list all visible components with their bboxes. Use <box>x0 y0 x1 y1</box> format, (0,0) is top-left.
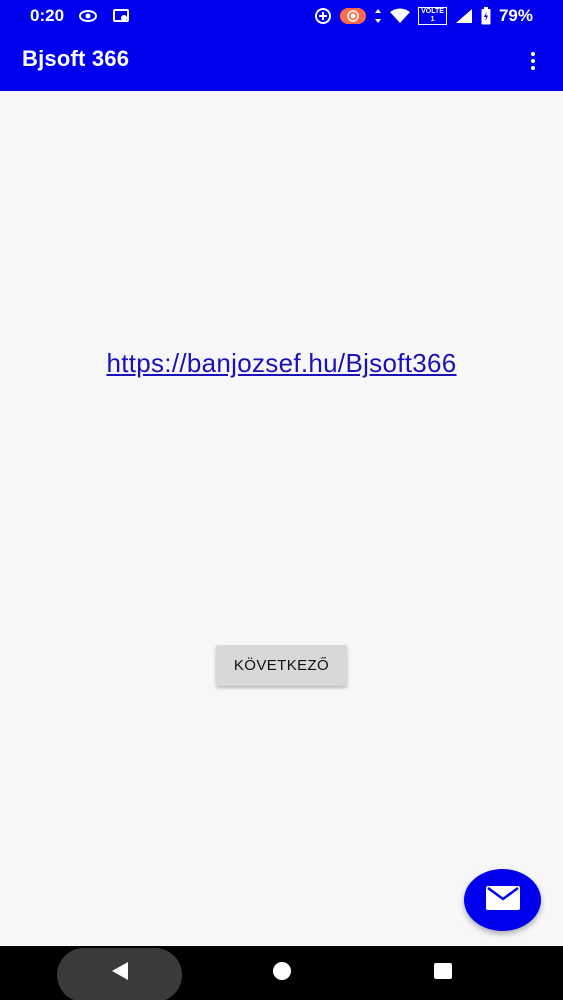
battery-icon <box>481 7 491 25</box>
website-link[interactable]: https://banjozsef.hu/Bjsoft366 <box>0 348 563 379</box>
recents-button[interactable] <box>418 946 468 1000</box>
volte-sim: 1 <box>430 16 435 23</box>
back-icon <box>110 961 130 985</box>
cast-icon <box>112 8 130 24</box>
navigation-bar <box>0 946 563 1000</box>
menu-dot <box>531 66 535 70</box>
menu-dot <box>531 52 535 56</box>
eye-icon <box>78 9 98 23</box>
volte-badge: VOLTE 1 <box>418 7 447 25</box>
home-icon <box>272 961 292 985</box>
battery-percent: 79% <box>498 6 533 25</box>
menu-dot <box>531 59 535 63</box>
wifi-icon <box>390 8 411 24</box>
status-bar: 0:20 VOLTE 1 79% <box>0 0 563 32</box>
email-fab[interactable] <box>464 869 541 931</box>
back-button[interactable] <box>57 946 182 1000</box>
more-vert-icon[interactable] <box>521 46 545 76</box>
home-button[interactable] <box>257 946 307 1000</box>
signal-icon <box>455 8 473 24</box>
recents-icon <box>433 962 453 984</box>
volte-label: VOLTE <box>421 8 444 15</box>
sync-icon <box>314 7 332 25</box>
status-time: 0:20 <box>30 6 65 25</box>
record-icon <box>340 8 367 24</box>
mail-icon <box>485 886 520 914</box>
app-title: Bjsoft 366 <box>22 46 130 71</box>
app-toolbar: Bjsoft 366 <box>0 32 563 91</box>
next-button[interactable]: KÖVETKEZŐ <box>216 645 347 686</box>
data-arrows-icon <box>374 8 382 24</box>
